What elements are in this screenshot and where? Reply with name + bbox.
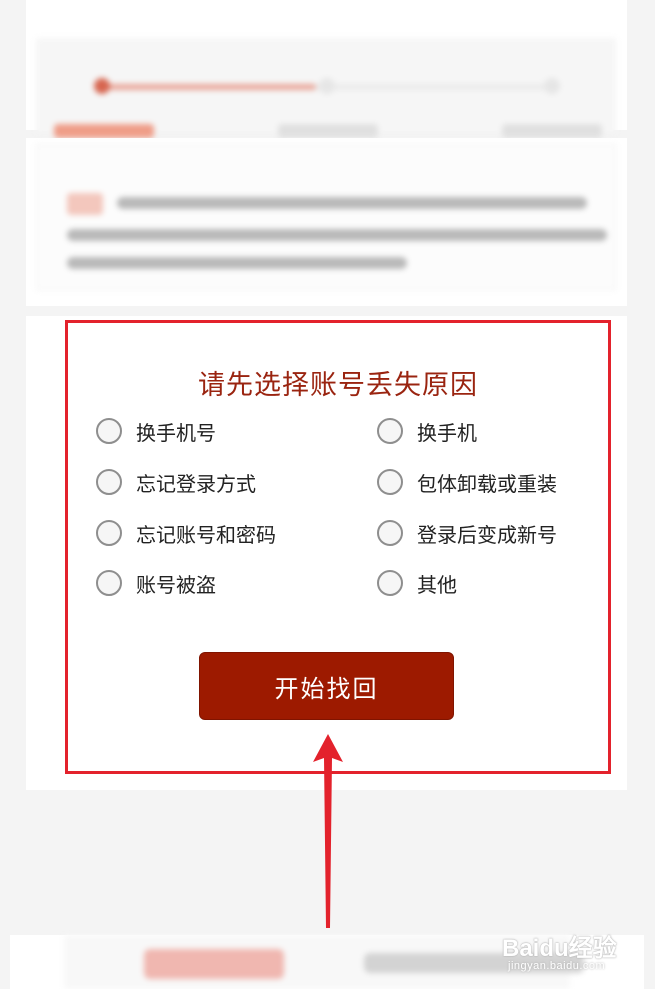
progress-step-dot — [319, 78, 335, 94]
reason-option-label: 换手机号 — [136, 422, 216, 445]
progress-step-label — [278, 124, 378, 138]
progress-steps-card — [26, 0, 627, 138]
reason-option-label: 忘记登录方式 — [136, 473, 256, 496]
progress-step-label — [502, 124, 602, 138]
bottom-blurred-block — [144, 949, 284, 979]
radio-circle-icon[interactable] — [377, 570, 403, 596]
reason-option-label: 登录后变成新号 — [417, 524, 557, 547]
baidu-jingyan-watermark: Baidu经验 jingyan.baidu.com — [502, 924, 642, 974]
reason-option-forgot-login-method[interactable]: 忘记登录方式 — [96, 467, 256, 497]
reason-option-change-phone-number[interactable]: 换手机号 — [96, 416, 216, 446]
reason-option-app-reinstalled[interactable]: 包体卸载或重装 — [377, 467, 557, 497]
radio-circle-icon[interactable] — [96, 570, 122, 596]
progress-step-dot — [544, 78, 560, 94]
bottom-card-blurred — [64, 935, 584, 989]
reason-option-account-stolen[interactable]: 账号被盗 — [96, 568, 216, 598]
watermark-url: jingyan.baidu.com — [508, 960, 606, 972]
notice-card — [26, 138, 627, 306]
reason-title: 请先选择账号丢失原因 — [198, 370, 478, 400]
notice-icon — [67, 193, 103, 215]
reason-option-label: 换手机 — [417, 422, 477, 445]
reason-option-change-phone[interactable]: 换手机 — [377, 416, 477, 446]
progress-step-label — [54, 124, 154, 138]
reason-option-label: 忘记账号和密码 — [136, 524, 276, 547]
radio-circle-icon[interactable] — [377, 469, 403, 495]
radio-circle-icon[interactable] — [377, 520, 403, 546]
highlight-frame: 请先选择账号丢失原因 换手机号 换手机 忘记登录方式 包体卸载或重装 忘记账号和… — [65, 320, 611, 774]
reason-option-label: 包体卸载或重装 — [417, 473, 557, 496]
annotation-arrow-up-icon — [313, 734, 343, 928]
radio-circle-icon[interactable] — [96, 520, 122, 546]
reason-option-forgot-account-password[interactable]: 忘记账号和密码 — [96, 518, 276, 548]
progress-steps-blurred — [36, 38, 616, 138]
notice-text-line — [67, 257, 407, 269]
notice-text-line — [117, 197, 587, 209]
notice-text-line — [67, 229, 607, 241]
radio-circle-icon[interactable] — [96, 469, 122, 495]
reason-option-other[interactable]: 其他 — [377, 568, 457, 598]
radio-circle-icon[interactable] — [96, 418, 122, 444]
reason-option-label: 账号被盗 — [136, 574, 216, 597]
reason-option-new-account-after-login[interactable]: 登录后变成新号 — [377, 518, 557, 548]
radio-circle-icon[interactable] — [377, 418, 403, 444]
start-recovery-button[interactable]: 开始找回 — [199, 652, 454, 720]
reason-option-label: 其他 — [417, 574, 457, 597]
progress-step-dot — [94, 78, 110, 94]
notice-blurred — [36, 144, 616, 290]
watermark-brand: Baidu经验 — [502, 935, 617, 962]
